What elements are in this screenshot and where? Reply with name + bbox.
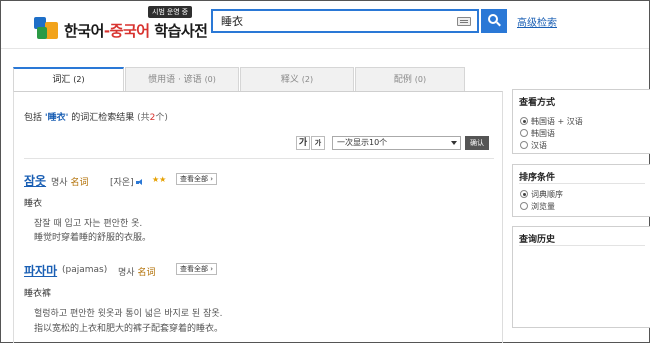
entry-origin: (pajamas) <box>62 265 108 275</box>
sort-panel: 排序条件 词典顺序 浏览量 <box>512 164 650 217</box>
entry-definition-ko: 헐렁하고 편안한 윗옷과 통이 넓은 바지로 된 잠옷. <box>34 309 223 319</box>
radio-option[interactable]: 韩国语 + 汉语 <box>520 116 583 127</box>
font-larger-button[interactable]: 가 <box>296 136 310 150</box>
entry-pronunciation: [자온] <box>110 175 144 188</box>
tab-definitions[interactable]: 释义 (2) <box>240 67 354 91</box>
result-tabs: 词汇 (2) 惯用语 · 谚语 (0) 释义 (2) 配例 (0) <box>13 67 503 91</box>
site-logo[interactable]: 한국어-중국어 학습사전 시범 운영 중 <box>34 6 208 45</box>
entry-meaning: 睡衣裤 <box>24 289 52 299</box>
keyboard-icon[interactable] <box>457 17 471 26</box>
tab-idioms[interactable]: 惯用语 · 谚语 (0) <box>125 67 239 91</box>
radio-icon[interactable] <box>520 202 528 210</box>
divider <box>24 158 494 159</box>
panel-title: 排序条件 <box>519 173 556 183</box>
confirm-button[interactable]: 确认 <box>465 136 489 150</box>
panel-title: 查看方式 <box>519 98 556 108</box>
radio-icon[interactable] <box>520 129 528 137</box>
view-mode-panel: 查看方式 韩国语 + 汉语 韩国语 汉语 <box>512 89 650 154</box>
radio-checked-icon[interactable] <box>520 117 528 125</box>
view-all-button[interactable]: 查看全部 › <box>176 173 218 185</box>
search-box <box>211 9 479 33</box>
logo-text: 한국어-중국어 학습사전 <box>64 22 208 40</box>
search-input[interactable] <box>221 14 421 28</box>
divider <box>519 245 645 246</box>
logo-mark-icon <box>34 17 58 39</box>
tab-vocabulary[interactable]: 词汇 (2) <box>13 67 124 91</box>
entry-pos: 명사 名词 <box>51 178 89 188</box>
radio-option[interactable]: 词典顺序 <box>520 189 563 200</box>
entry-definition-zh: 睡觉时穿着睡的舒服的衣服。 <box>34 233 152 243</box>
font-smaller-button[interactable]: 가 <box>311 136 325 150</box>
entry-definition-zh: 指以宽松的上衣和肥大的裤子配套穿着的睡衣。 <box>34 324 224 334</box>
divider <box>519 183 645 184</box>
search-button[interactable] <box>481 9 507 33</box>
advanced-search-link[interactable]: 高级检索 <box>517 14 557 29</box>
entry-meaning: 睡衣 <box>24 199 43 209</box>
page-size-select[interactable]: 一次显示10个 <box>332 136 461 150</box>
search-history-panel: 查询历史 <box>512 226 650 328</box>
panel-title: 查询历史 <box>519 235 556 245</box>
view-all-button[interactable]: 查看全部 › <box>176 263 218 275</box>
entry-pos: 명사 名词 <box>118 268 156 278</box>
entry-headword[interactable]: 잠옷 <box>24 172 46 189</box>
results-summary: 包括 '睡衣' 的词汇检索结果 (共2个) <box>24 113 168 123</box>
entry-definition-ko: 잠잘 때 입고 자는 편안한 옷. <box>34 219 143 229</box>
frequency-stars: ★★ <box>152 175 167 184</box>
results-panel: 包括 '睡衣' 的词汇检索结果 (共2个) 가 가 一次显示10个 确认 잠옷 … <box>13 91 503 343</box>
radio-option[interactable]: 浏览量 <box>520 201 555 212</box>
entry-headword[interactable]: 파자마 <box>24 262 57 279</box>
beta-badge: 시범 운영 중 <box>148 6 193 18</box>
list-item: 파자마 (pajamas) 명사 名词 查看全部 › 睡衣裤 헐렁하고 편안한 … <box>24 262 494 342</box>
chevron-down-icon <box>451 141 457 145</box>
radio-option[interactable]: 汉语 <box>520 140 547 151</box>
radio-icon[interactable] <box>520 141 528 149</box>
tab-examples[interactable]: 配例 (0) <box>355 67 465 91</box>
list-item: 잠옷 명사 名词 [자온] ★★ 查看全部 › 睡衣 잠잘 때 입고 자는 편안… <box>24 172 494 243</box>
speaker-icon[interactable] <box>135 179 144 186</box>
header: 한국어-중국어 학습사전 시범 운영 중 高级检索 <box>1 1 649 49</box>
radio-option[interactable]: 韩国语 <box>520 128 555 139</box>
radio-checked-icon[interactable] <box>520 190 528 198</box>
